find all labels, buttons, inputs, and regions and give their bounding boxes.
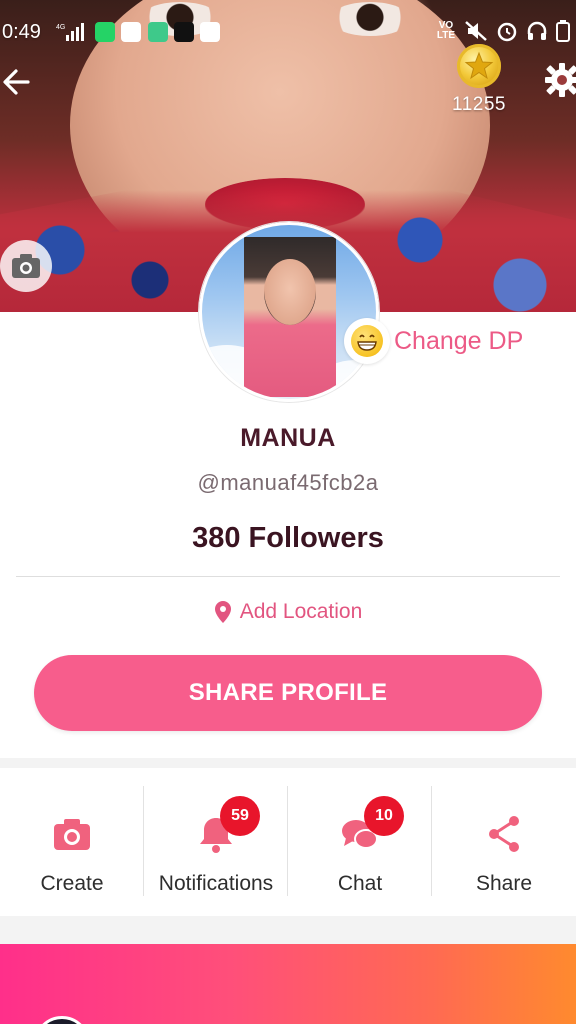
- chat-label: Chat: [337, 872, 383, 895]
- change-dp-button[interactable]: Change DP: [344, 318, 523, 364]
- notifications-button[interactable]: 59 Notifications: [144, 768, 288, 916]
- location-pin-icon: [214, 601, 231, 623]
- status-time: 0:49: [2, 21, 41, 43]
- mute-icon: [465, 21, 487, 41]
- coin-count: 11255: [452, 94, 506, 115]
- share-profile-button[interactable]: SHARE PROFILE: [34, 655, 542, 731]
- back-button[interactable]: [0, 64, 36, 100]
- share-icon: [489, 816, 519, 852]
- followers-count[interactable]: 380 Followers: [0, 522, 576, 555]
- profile-handle: @manuaf45fcb2a: [197, 470, 379, 495]
- alarm-icon: [497, 22, 517, 42]
- messenger-icon: [200, 22, 220, 42]
- emoji-badge: [344, 318, 390, 364]
- add-location-button[interactable]: Add Location: [0, 600, 576, 624]
- share-label: Share: [475, 872, 533, 895]
- settings-button[interactable]: [542, 60, 576, 100]
- banner-avatar: [34, 1016, 90, 1024]
- create-label: Create: [40, 872, 104, 895]
- profile-avatar[interactable]: [199, 222, 379, 402]
- notifications-badge: 59: [220, 796, 260, 836]
- status-right: VO LTE: [436, 20, 570, 42]
- shop-icon: [148, 22, 168, 42]
- grin-emoji-icon: [351, 325, 383, 357]
- notifications-label: Notifications: [158, 872, 274, 895]
- chat-badge: 10: [364, 796, 404, 836]
- change-cover-button[interactable]: [0, 240, 52, 292]
- signal-icon: 4G: [56, 23, 84, 41]
- chat-button[interactable]: 10 Chat: [288, 768, 432, 916]
- headphones-icon: [527, 21, 547, 40]
- profile-name: MANUA: [240, 424, 336, 452]
- arrow-left-icon: [3, 69, 30, 95]
- gear-icon: [545, 63, 576, 97]
- change-dp-label: Change DP: [394, 326, 524, 355]
- coin-balance[interactable]: 11255: [446, 44, 512, 124]
- network-label: 4G: [56, 24, 65, 31]
- camera-icon: [12, 254, 40, 278]
- whatsapp-icon: [95, 22, 115, 42]
- tiktok-icon: [174, 22, 194, 42]
- share-button[interactable]: Share: [432, 768, 576, 916]
- coin-icon: [457, 44, 501, 88]
- divider: [16, 576, 560, 577]
- add-location-label: Add Location: [239, 600, 363, 623]
- volte-label: VO LTE: [436, 20, 456, 41]
- promo-banner[interactable]: [0, 944, 576, 1024]
- camera-icon: [54, 819, 90, 850]
- battery-icon: [556, 20, 570, 42]
- create-button[interactable]: Create: [0, 768, 144, 916]
- phone-icon: [121, 22, 141, 42]
- avatar-face: [264, 259, 316, 325]
- action-row: Create 59 Notifications 10 Chat Share: [0, 768, 576, 916]
